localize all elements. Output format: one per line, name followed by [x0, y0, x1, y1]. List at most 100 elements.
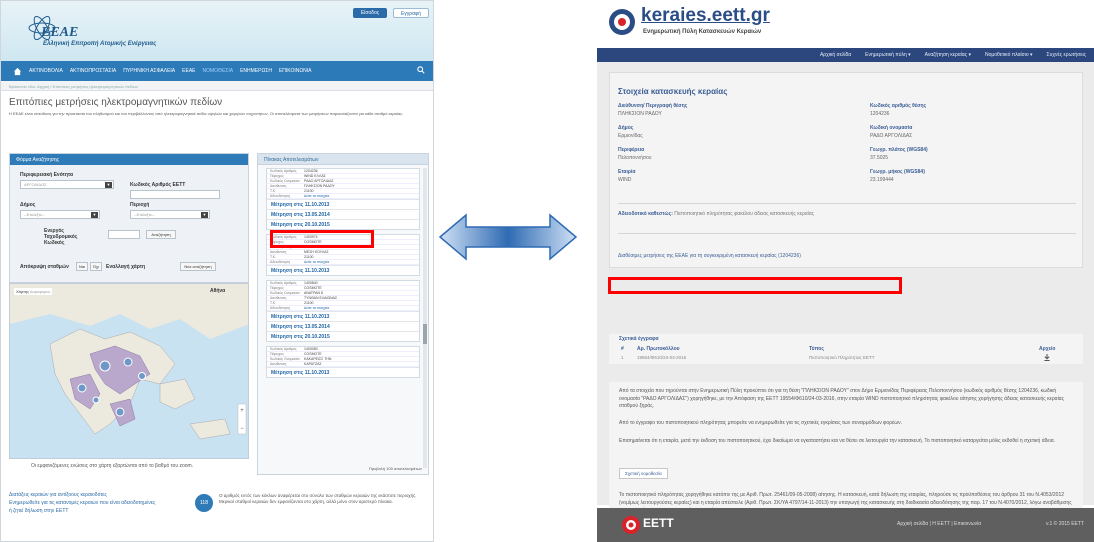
- measurement-link[interactable]: Μέτρηση στις 11.10.2013: [267, 265, 419, 275]
- eeae-measurements-link[interactable]: Διαθέσιμες μετρήσεις της ΕΕΑΕ για τη συγ…: [618, 253, 801, 259]
- search-form-header: Φόρμα Αναζήτησης: [10, 154, 248, 165]
- measurement-link[interactable]: Μέτρηση στις 11.10.2013: [267, 367, 419, 377]
- nav-item-contact[interactable]: ΕΠΙΚΟΙΝΩΝΙΑ: [279, 68, 311, 74]
- field-label: Περιφέρεια: [618, 147, 645, 153]
- home-icon[interactable]: [13, 67, 22, 76]
- region-select[interactable]: ΑΡΓΟΛΙΔΟΣ ▼: [20, 180, 114, 189]
- measurement-link[interactable]: Μέτρηση στις 20.10.2015: [267, 219, 419, 229]
- nav-item-radiation[interactable]: ΑΚΤΙΝΟΒΟΛΙΑ: [29, 68, 63, 74]
- bottom-link[interactable]: ή ζητεί δήλωση στην ΕΕΤΤ: [9, 507, 429, 515]
- station-count-note: Ο αριθμός εντός των κύκλων αναφέρεται στ…: [219, 493, 417, 504]
- measurement-link[interactable]: Μέτρηση στις 13.05.2014: [267, 209, 419, 219]
- field-label: Κωδική ονομασία: [870, 125, 913, 131]
- field-label: Γεωγρ. πλάτος (WGS84): [870, 147, 928, 153]
- field-label: Γεωγρ. μήκος (WGS84): [870, 169, 925, 175]
- keraies-footer: EETT Αρχική σελίδα | Η ΕΕΤΤ | Επικοινωνί…: [597, 508, 1094, 542]
- measurement-link[interactable]: Μέτρηση στις 11.10.2013: [267, 199, 419, 209]
- field-value: WIND: [618, 177, 632, 183]
- hide-yes-button[interactable]: Ναι: [76, 262, 88, 271]
- documents-caption: Σχετικά έγγραφα: [619, 336, 659, 342]
- nav-item-radiation-protection[interactable]: ΑΚΤΙΝΟΠΡΟΣΤΑΣΙΑ: [70, 68, 116, 74]
- nav-item-legislation[interactable]: ΝΟΜΟΘΕΣΙΑ: [203, 68, 234, 74]
- map-city-label: Αθήνα: [210, 288, 226, 294]
- region-label: Περιφερειακή Ενότητα: [20, 172, 74, 178]
- search-button[interactable]: Αναζήτηση: [146, 230, 176, 239]
- map-view[interactable]: + − Χάρτης Δορυφόρος Αθήνα: [9, 283, 249, 459]
- register-button[interactable]: Εγγραφή: [393, 8, 429, 18]
- field-label: Κωδικός αριθμός θέσης: [870, 103, 927, 109]
- area-select[interactable]: --Επιλέξτε-- ▼: [130, 210, 210, 219]
- table-cell: Πιστοποιητικό Πληρότητας ΕΕΤΤ: [809, 355, 875, 360]
- postal-code-input[interactable]: [108, 230, 140, 239]
- municipality-label: Δήμος: [20, 202, 36, 208]
- eett-code-input[interactable]: [130, 190, 220, 199]
- svg-text:−: −: [240, 426, 244, 432]
- new-search-button[interactable]: Νέα αναζήτηση: [180, 262, 216, 271]
- eett-footer-logo-text: EETT: [643, 516, 674, 530]
- municipality-select[interactable]: --Επιλέξτε-- ▼: [20, 210, 100, 219]
- nav-item-portal[interactable]: Ενημερωτική πύλη ▾: [865, 52, 911, 58]
- map-type-tab[interactable]: Χάρτης Δορυφόρος: [14, 288, 53, 295]
- divider: [618, 233, 1076, 234]
- postal-code-label: Ενεργός Ταχυδρομικός Κωδικός: [44, 228, 78, 246]
- greece-map-graphic: + −: [10, 284, 248, 458]
- nav-item-eeae[interactable]: ΕΕΑΕ: [182, 68, 195, 74]
- nav-item-nuclear-safety[interactable]: ΠΥΡΗΝΙΚΗ ΑΣΦΑΛΕΙΑ: [123, 68, 175, 74]
- table-cell: 1: [621, 355, 624, 360]
- chevron-down-icon: ▼: [105, 182, 112, 188]
- antenna-details-card: Στοιχεία κατασκευής κεραίας Διεύθυνση/ Π…: [609, 72, 1083, 268]
- bottom-links: Διατάξεις κεραιών για αντίξοους κεραιοδό…: [9, 491, 429, 539]
- highlight-box-measurement: [270, 230, 374, 248]
- column-header: #: [621, 346, 624, 352]
- antenna-details-title: Στοιχεία κατασκευής κεραίας: [618, 87, 728, 96]
- column-header: Τύπος: [809, 346, 824, 352]
- eeae-logo-subtitle: Ελληνική Επιτροπή Ατομικής Ενέργειας: [43, 41, 157, 47]
- display-label: Απόκρυψη σταθμών: [20, 264, 69, 270]
- nav-item-news[interactable]: ΕΝΗΜΕΡΩΣΗ: [240, 68, 272, 74]
- explanation-paragraph: Από το έγγραφο του πιστοποιητικού πληρότ…: [619, 420, 902, 426]
- licensing-status: Αδειοδοτικό καθεστώς: Πιστοποιητικό πληρ…: [618, 211, 815, 217]
- measurement-link[interactable]: Μέτρηση στις 20.10.2015: [267, 331, 419, 341]
- field-label: Δήμος: [618, 125, 634, 131]
- page-description: Η ΕΕΑΕ είναι υπεύθυνη για την προστασία …: [9, 111, 404, 116]
- download-icon[interactable]: [1043, 354, 1051, 361]
- keraies-logo-subtitle: Ενημερωτική Πύλη Κατασκευών Κεραιών: [643, 29, 762, 35]
- footer-version: v.1 © 2015 ΕΕΤΤ: [1045, 521, 1084, 527]
- eeae-logo-title: EEAE: [41, 25, 79, 40]
- map-caption: Οι εμφανιζόμενες ενώσεις στο χάρτη εξαρτ…: [31, 463, 194, 469]
- nav-item-legal-framework[interactable]: Νομοθετικό πλαίσιο ▾: [985, 52, 1033, 58]
- results-footer: Προβολή 100 αποτελεσμάτων: [368, 466, 422, 471]
- measurement-link[interactable]: Μέτρηση στις 11.10.2013: [267, 311, 419, 321]
- field-value: 1204236: [870, 111, 890, 117]
- login-button[interactable]: Είσοδος: [353, 8, 387, 18]
- result-card: Κωδικός Αριθμός 1204236 Πάροχος WIND ΕΛΛΑΣ…: [266, 168, 420, 230]
- results-header: Πίνακας Αποτελεσμάτων: [258, 154, 428, 165]
- station-count-badge: 118: [195, 494, 213, 512]
- legislation-button[interactable]: Σχετική νομοθεσία: [619, 468, 668, 479]
- antenna-logo-icon: [609, 9, 635, 35]
- field-value: 23.199444: [870, 177, 894, 183]
- eett-code-label: Κωδικός Αριθμός ΕΕΤΤ: [130, 182, 186, 188]
- nav-item-faq[interactable]: Συχνές ερωτήσεις: [1047, 52, 1086, 58]
- eett-footer-logo[interactable]: EETT: [621, 511, 681, 539]
- nav-item-home[interactable]: Αρχική σελίδα: [820, 52, 851, 58]
- column-header: Αρ. Πρωτοκόλλου: [637, 346, 680, 352]
- eett-logo-icon: [622, 516, 640, 534]
- svg-text:+: +: [240, 408, 244, 414]
- nav-item-search-antenna[interactable]: Αναζήτηση κεραίας ▾: [925, 52, 971, 58]
- search-icon[interactable]: [417, 66, 425, 74]
- keraies-logo[interactable]: keraies.eett.gr Ενημερωτική Πύλη Κατασκε…: [607, 5, 907, 45]
- area-label: Περιοχή: [130, 202, 150, 208]
- column-header: Αρχείο: [1039, 346, 1056, 352]
- double-arrow-icon: [438, 213, 578, 261]
- footer-links[interactable]: Αρχική σελίδα | Η ΕΕΤΤ | Επικοινωνία: [897, 521, 981, 527]
- measurement-link[interactable]: Μέτρηση στις 13.05.2014: [267, 321, 419, 331]
- field-label: Εταιρία: [618, 169, 636, 175]
- results-scrollbar[interactable]: [423, 168, 427, 468]
- field-label: Διεύθυνση/ Περιγραφή θέσης: [618, 103, 688, 109]
- keraies-nav: Αρχική σελίδα Ενημερωτική πύλη ▾ Αναζήτη…: [597, 48, 1094, 62]
- hide-no-button[interactable]: Όχι: [90, 262, 102, 271]
- field-value: ΠΛΗΚΣΙΟΝ ΡΑΔΟΥ: [618, 111, 662, 117]
- field-value: Πελοποννήσου: [618, 155, 652, 161]
- results-scrollbar-thumb[interactable]: [423, 324, 427, 344]
